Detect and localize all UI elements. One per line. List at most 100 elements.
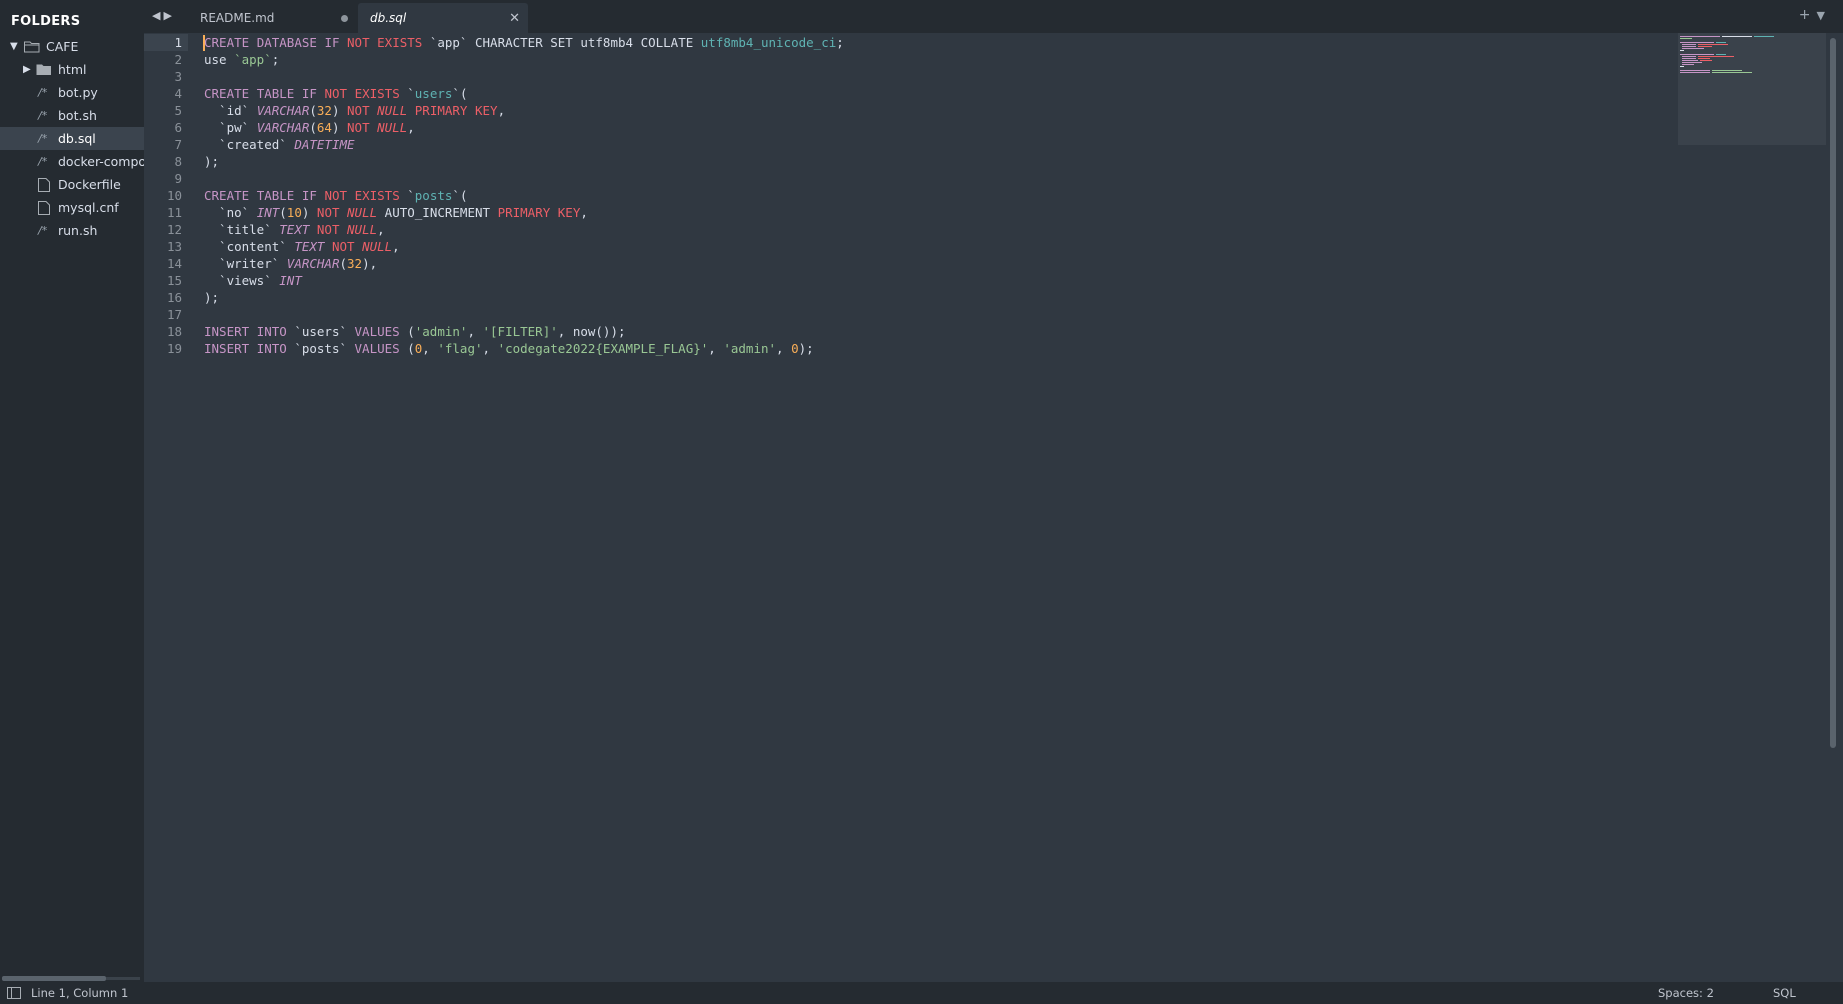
panel-icon[interactable] [7, 987, 21, 999]
line-number: 9 [174, 171, 182, 186]
minimap-line [1716, 42, 1726, 43]
minimap-line [1682, 46, 1696, 47]
code-file-icon: /* [38, 224, 48, 237]
tab-db-sql[interactable]: db.sql ✕ [358, 3, 528, 33]
cursor-position[interactable]: Line 1, Column 1 [31, 986, 128, 1000]
folder-label: CAFE [46, 39, 79, 54]
line-number: 19 [166, 341, 182, 356]
code-line: `created` DATETIME [204, 137, 355, 152]
code-editor[interactable]: 1 2 3 4 5 6 7 8 9 10 11 12 13 14 15 16 17 18 19 CREATE DAT… [144, 33, 1843, 982]
file-item-docker-compose[interactable]: /* docker-compo [0, 150, 144, 173]
line-number: 10 [166, 188, 182, 203]
minimap-line [1680, 38, 1692, 39]
code-line: `id` VARCHAR(32) NOT NULL PRIMARY KEY, [204, 103, 506, 118]
minimap-line [1712, 70, 1742, 71]
code-line: INSERT INTO `posts` VALUES (0, 'flag', '… [204, 341, 814, 356]
line-number: 3 [174, 69, 182, 84]
chevron-right-icon[interactable]: ▶ [23, 64, 33, 75]
minimap-line [1680, 70, 1710, 71]
minimap-line [1682, 62, 1702, 63]
folder-open-icon [24, 40, 40, 53]
minimap-line [1698, 58, 1710, 59]
minimap-line [1698, 46, 1712, 47]
line-number: 16 [166, 290, 182, 305]
line-number: 12 [166, 222, 182, 237]
plus-icon[interactable]: + [1799, 7, 1817, 23]
line-number: 15 [166, 273, 182, 288]
minimap-line [1682, 64, 1694, 65]
indentation-setting[interactable]: Spaces: 2 [1658, 986, 1714, 1000]
code-line: INSERT INTO `users` VALUES ('admin', '[F… [204, 324, 626, 339]
folder-icon [36, 63, 52, 76]
scrollbar-thumb[interactable] [2, 976, 106, 981]
code-line: ); [204, 290, 220, 305]
minimap-line [1680, 54, 1714, 55]
line-number: 4 [174, 86, 182, 101]
minimap-line [1682, 56, 1696, 57]
chevron-down-icon[interactable]: ▼ [10, 41, 20, 52]
line-number: 14 [166, 256, 182, 271]
folder-item-html[interactable]: ▶ html [0, 58, 144, 81]
tab-readme[interactable]: README.md [186, 3, 364, 33]
line-number: 18 [166, 324, 182, 339]
folder-item-cafe[interactable]: ▼ CAFE [0, 35, 144, 58]
file-label: bot.py [58, 85, 98, 100]
tab-bar: ◀▶ README.md db.sql ✕ +▼ [144, 0, 1843, 33]
file-label: run.sh [58, 223, 98, 238]
line-number: 11 [166, 205, 182, 220]
folder-label: html [58, 62, 87, 77]
minimap-line [1682, 44, 1696, 45]
code-file-icon: /* [38, 86, 48, 99]
code-line: ); [204, 154, 220, 169]
vertical-scrollbar[interactable] [1830, 38, 1836, 748]
tab-label: db.sql [370, 11, 407, 25]
minimap-line [1700, 60, 1712, 61]
code-line: CREATE TABLE IF NOT EXISTS `users`( [204, 86, 468, 101]
minimap-line [1722, 36, 1752, 37]
minimap-line [1680, 42, 1714, 43]
sidebar-horizontal-scrollbar[interactable] [0, 974, 144, 982]
code-line: `title` TEXT NOT NULL, [204, 222, 385, 237]
minimap-line [1698, 44, 1728, 45]
code-line: `views` INT [204, 273, 302, 288]
line-number: 5 [174, 103, 182, 118]
minimap-line [1680, 66, 1684, 67]
chevron-down-icon[interactable]: ▼ [1817, 9, 1831, 22]
sidebar-header: FOLDERS [11, 14, 81, 29]
unsaved-dot-icon[interactable] [341, 14, 348, 22]
file-icon [38, 178, 54, 192]
minimap-line [1698, 56, 1734, 57]
file-label: docker-compo [58, 154, 144, 169]
file-item-mysql-cnf[interactable]: mysql.cnf [0, 196, 144, 219]
nav-arrows-icon[interactable]: ◀▶ [152, 9, 175, 22]
minimap-line [1682, 58, 1696, 59]
minimap-line [1680, 72, 1710, 73]
line-number: 7 [174, 137, 182, 152]
close-icon[interactable]: ✕ [509, 11, 520, 26]
file-item-bot-sh[interactable]: /* bot.sh [0, 104, 144, 127]
file-item-run-sh[interactable]: /* run.sh [0, 219, 144, 242]
code-line: use `app`; [204, 52, 280, 67]
code-file-icon: /* [38, 155, 48, 168]
file-label: Dockerfile [58, 177, 121, 192]
scrollbar-track [106, 977, 140, 980]
file-icon [38, 201, 54, 215]
minimap[interactable] [1678, 33, 1826, 145]
code-line: `content` TEXT NOT NULL, [204, 239, 400, 254]
line-number: 8 [174, 154, 182, 169]
code-line: CREATE TABLE IF NOT EXISTS `posts`( [204, 188, 468, 203]
line-number: 1 [174, 35, 182, 50]
line-number: 2 [174, 52, 182, 67]
line-number: 6 [174, 120, 182, 135]
line-number: 13 [166, 239, 182, 254]
file-label: mysql.cnf [58, 200, 119, 215]
file-item-bot-py[interactable]: /* bot.py [0, 81, 144, 104]
minimap-line [1680, 36, 1720, 37]
file-item-db-sql[interactable]: /* db.sql [0, 127, 144, 150]
syntax-selector[interactable]: SQL [1773, 986, 1796, 1000]
minimap-line [1754, 36, 1774, 37]
file-item-dockerfile[interactable]: Dockerfile [0, 173, 144, 196]
editor-window: FOLDERS ▼ CAFE ▶ html /* bot.py /* bot.s… [0, 0, 1843, 1004]
code-line: CREATE DATABASE IF NOT EXISTS `app` CHAR… [204, 35, 844, 50]
minimap-line [1680, 50, 1684, 51]
